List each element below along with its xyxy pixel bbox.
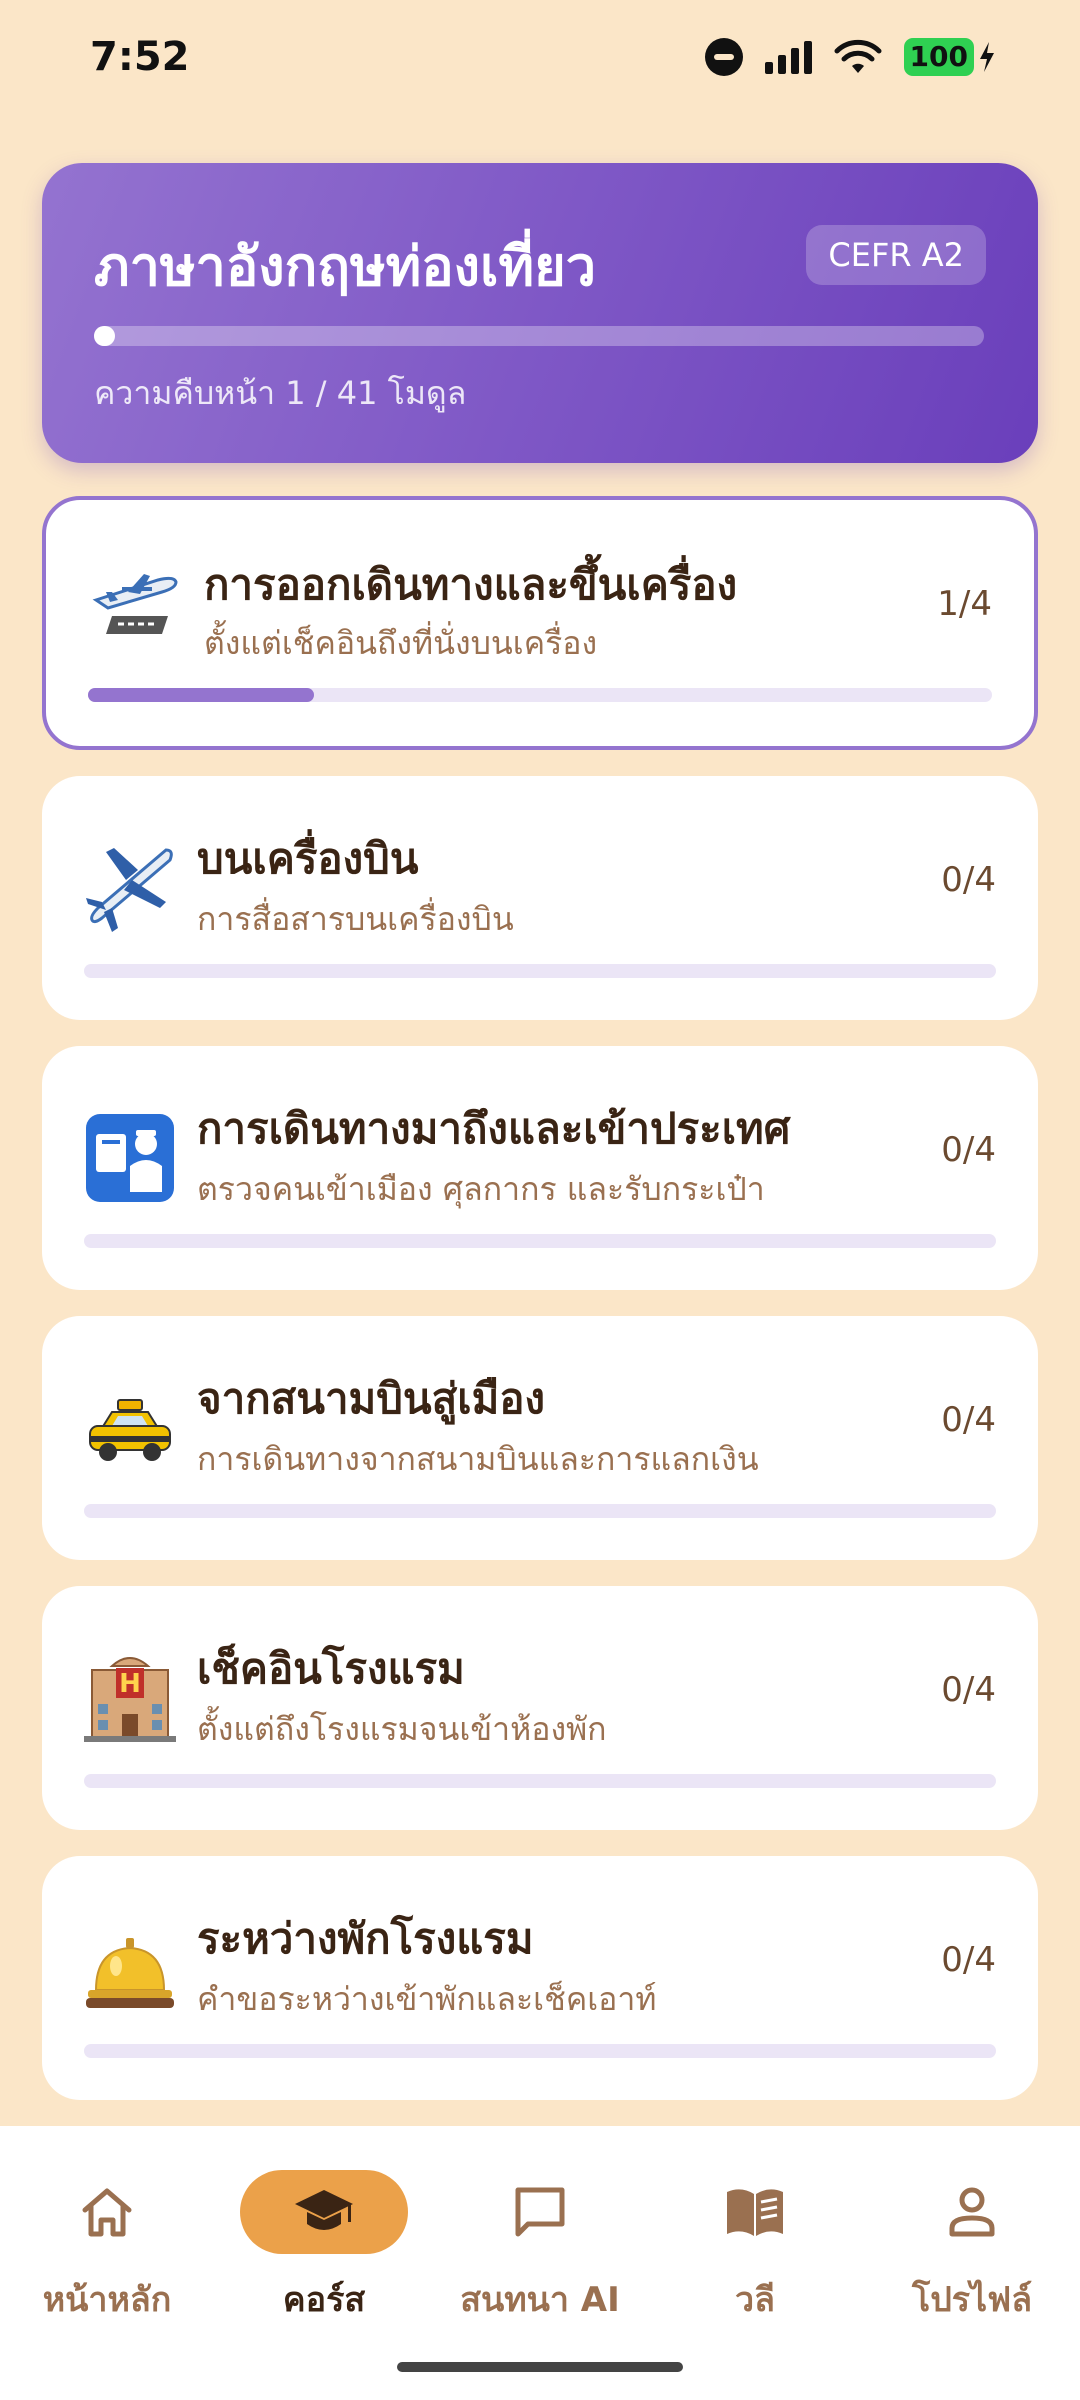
module-title: จากสนามบินสู่เมือง <box>197 1374 546 1423</box>
chat-bubble-icon <box>515 2187 565 2237</box>
nav-ai-chat[interactable]: สนทนา AI <box>440 2170 640 2326</box>
module-progress-fill <box>88 688 314 702</box>
module-title: เช็คอินโรงแรม <box>197 1644 465 1693</box>
level-badge: CEFR A2 <box>806 225 986 285</box>
module-subtitle: การเดินทางจากสนามบินและการแลกเงิน <box>197 1440 759 1478</box>
module-subtitle: ตั้งแต่เช็คอินถึงที่นั่งบนเครื่อง <box>204 624 598 662</box>
module-subtitle: ตั้งแต่ถึงโรงแรมจนเข้าห้องพัก <box>197 1710 607 1748</box>
nav-profile[interactable]: โปรไฟล์ <box>872 2170 1072 2326</box>
nav-active-pill <box>240 2170 408 2254</box>
module-progress-count: 0/4 <box>941 1940 996 1980</box>
taxi-icon <box>89 1399 171 1461</box>
module-progress-bar <box>84 1234 996 1248</box>
battery-level: 100 <box>903 38 974 76</box>
module-title: บนเครื่องบิน <box>197 834 419 883</box>
course-title: ภาษาอังกฤษท่องเที่ยว <box>94 235 597 298</box>
module-progress-bar <box>84 1504 996 1518</box>
module-progress-bar <box>84 2044 996 2058</box>
status-time: 7:52 <box>90 34 190 80</box>
module-progress-count: 0/4 <box>941 1130 996 1170</box>
nav-home[interactable]: หน้าหลัก <box>7 2170 207 2326</box>
nav-courses[interactable]: คอร์ส <box>224 2170 424 2326</box>
module-title: ระหว่างพักโรงแรม <box>197 1914 534 1963</box>
book-icon <box>727 2189 783 2236</box>
airplane-icon <box>86 848 173 932</box>
passport-control-icon <box>86 1114 174 1202</box>
nav-ai-chat-label: สนทนา AI <box>460 2280 620 2320</box>
battery-icon: 100 <box>903 38 996 76</box>
nav-phrases[interactable]: วลี <box>655 2170 855 2326</box>
module-card-hotel-checkin[interactable]: H เช็คอินโรงแรม ตั้งแต่ถึงโรงแรมจนเข้าห้… <box>42 1586 1038 1830</box>
course-progress-bar <box>94 326 984 346</box>
module-card-arrival[interactable]: การเดินทางมาถึงและเข้าประเทศ ตรวจคนเข้าเ… <box>42 1046 1038 1290</box>
module-card-departure[interactable]: การออกเดินทางและขึ้นเครื่อง ตั้งแต่เช็คอ… <box>42 496 1038 750</box>
module-card-on-plane[interactable]: บนเครื่องบิน การสื่อสารบนเครื่องบิน 0/4 <box>42 776 1038 1020</box>
nav-phrases-label: วลี <box>735 2280 775 2320</box>
module-progress-count: 0/4 <box>941 1670 996 1710</box>
home-icon <box>82 2188 132 2237</box>
nav-home-label: หน้าหลัก <box>42 2280 172 2320</box>
status-bar: 7:52 100 <box>0 0 1080 124</box>
module-progress-bar <box>84 964 996 978</box>
module-progress-count: 0/4 <box>941 1400 996 1440</box>
graduation-cap-icon <box>295 2190 353 2230</box>
bottom-navigation: หน้าหลัก คอร์ส สนทนา AI วลี โปรไฟล์ <box>0 2126 1080 2400</box>
module-progress-count: 0/4 <box>941 860 996 900</box>
bellhop-bell-icon <box>86 1938 174 2008</box>
nav-courses-label: คอร์ส <box>282 2280 366 2320</box>
status-icons: 100 <box>704 38 996 76</box>
module-subtitle: คำขอระหว่างเข้าพักและเช็คเอาท์ <box>197 1980 657 2018</box>
cellular-signal-icon <box>764 40 812 74</box>
module-card-airport-to-city[interactable]: จากสนามบินสู่เมือง การเดินทางจากสนามบินแ… <box>42 1316 1038 1560</box>
person-icon <box>949 2187 995 2237</box>
airplane-departure-icon <box>92 574 178 634</box>
course-progress-text: ความคืบหน้า 1 / 41 โมดูล <box>94 374 467 412</box>
screen: 7:52 100 ภาษาอังกฤษท่องเที่ยว CEFR A2 คว… <box>0 0 1080 2400</box>
module-progress-bar <box>88 688 992 702</box>
course-progress-fill <box>94 326 116 346</box>
module-title: การออกเดินทางและขึ้นเครื่อง <box>204 560 738 609</box>
module-progress-bar <box>84 1774 996 1788</box>
module-card-hotel-stay[interactable]: ระหว่างพักโรงแรม คำขอระหว่างเข้าพักและเช… <box>42 1856 1038 2100</box>
hotel-icon: H <box>84 1657 176 1742</box>
home-indicator <box>397 2362 683 2372</box>
svg-text:H: H <box>119 1669 141 1699</box>
charging-bolt-icon <box>980 42 994 72</box>
module-title: การเดินทางมาถึงและเข้าประเทศ <box>197 1104 791 1153</box>
nav-profile-label: โปรไฟล์ <box>911 2280 1033 2320</box>
module-subtitle: ตรวจคนเข้าเมือง ศุลกากร และรับกระเป๋า <box>197 1170 765 1208</box>
module-progress-count: 1/4 <box>937 584 992 624</box>
wifi-icon <box>834 39 882 73</box>
module-subtitle: การสื่อสารบนเครื่องบิน <box>197 900 514 938</box>
do-not-disturb-icon <box>704 38 743 76</box>
course-header-card: ภาษาอังกฤษท่องเที่ยว CEFR A2 ความคืบหน้า… <box>42 163 1038 463</box>
